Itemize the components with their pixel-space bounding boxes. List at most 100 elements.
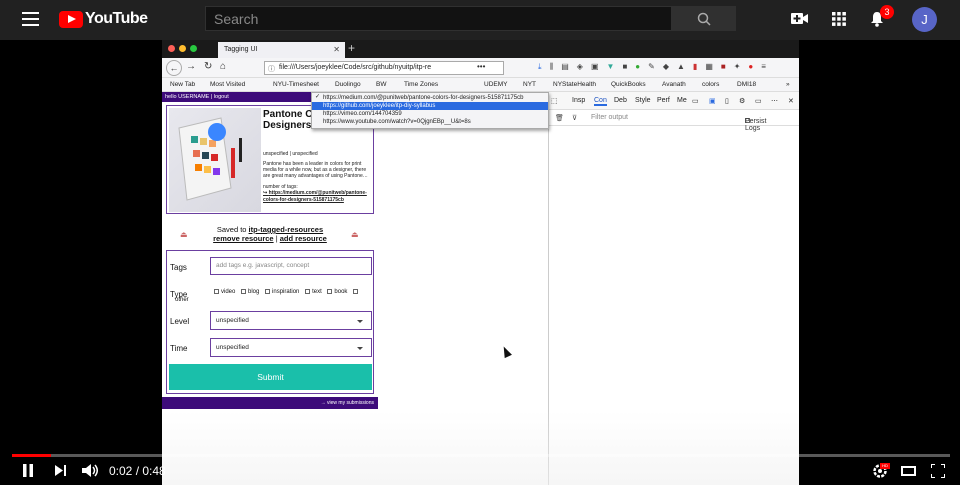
dropdown-item[interactable]: ✓ https://medium.com/@punitweb/pantone-co…	[312, 94, 548, 102]
extension-icon[interactable]: ■	[721, 62, 726, 72]
next-video-icon[interactable]	[55, 465, 67, 476]
checkbox-video[interactable]	[214, 288, 219, 294]
time-value: unspecified	[216, 344, 249, 351]
url-autocomplete-dropdown: ✓ https://medium.com/@punitweb/pantone-co…	[311, 92, 549, 129]
tab-inspector[interactable]: Insp	[572, 97, 585, 104]
vue-devtools-icon[interactable]: ▼	[607, 62, 615, 72]
bookmark-item[interactable]: UDEMY	[484, 81, 507, 88]
resource-meta: unspecified | unspecified	[263, 151, 318, 157]
checkbox-text[interactable]	[305, 288, 311, 294]
shield-icon[interactable]: ◈	[577, 62, 583, 72]
extension-icon[interactable]: ▦	[705, 62, 713, 72]
bookmark-item[interactable]: NYT	[523, 81, 536, 88]
checkbox-book[interactable]	[327, 288, 333, 294]
create-video-icon[interactable]	[791, 12, 808, 25]
pause-icon[interactable]	[22, 464, 34, 477]
view-submissions-link[interactable]: → view my submissions	[162, 397, 378, 409]
layout-dock-icon[interactable]: ▭	[692, 97, 699, 105]
bookmark-item[interactable]: QuickBooks	[611, 81, 646, 88]
colorzilla-icon[interactable]: ●	[635, 62, 640, 72]
bookmark-item[interactable]: NYStateHealth	[553, 81, 596, 88]
tab-performance[interactable]: Perf	[657, 97, 670, 104]
extension-icon[interactable]: ▮	[693, 62, 697, 72]
bookmark-item[interactable]: colors	[702, 81, 719, 88]
dropdown-item[interactable]: https://vimeo.com/144704359	[312, 110, 548, 118]
tags-placeholder: add tags e.g. javascript, concept	[216, 262, 310, 269]
bookmark-item[interactable]: Most Visited	[210, 81, 245, 88]
address-bar[interactable]: ⓘ file:///Users/joeyklee/Code/src/github…	[264, 61, 504, 75]
close-window-icon[interactable]	[168, 45, 175, 52]
dropdown-item[interactable]: https://www.youtube.com/watch?v=0QjgnEBp…	[312, 118, 548, 126]
sidebar-icon[interactable]: ▤	[561, 62, 569, 72]
fullscreen-icon[interactable]	[931, 464, 945, 478]
resource-link-text[interactable]: https://medium.com/@punitweb/pantone-col…	[263, 190, 367, 203]
checkbox-other[interactable]	[353, 288, 359, 294]
menu-icon[interactable]	[22, 12, 39, 26]
console-filter-bar: 🗑 ⊽ Filter output Persist Logs	[549, 110, 799, 132]
dropdown-item-selected[interactable]: https://github.com/joeyklee/itp-diy-syll…	[312, 102, 548, 110]
tags-input[interactable]: add tags e.g. javascript, concept	[210, 257, 372, 275]
filter-icon[interactable]: ⊽	[572, 114, 577, 122]
video-bottom-gradient	[162, 410, 799, 485]
pinterest-icon[interactable]: ●	[748, 62, 753, 72]
reload-icon[interactable]: ↻	[204, 61, 212, 72]
resource-thumbnail	[169, 108, 261, 212]
bookmarks-overflow-icon[interactable]: »	[786, 81, 790, 88]
trash-icon[interactable]: 🗑	[555, 114, 564, 122]
split-console-icon[interactable]: ▣	[709, 97, 716, 105]
extension-icon[interactable]: ✦	[734, 62, 741, 72]
volume-icon[interactable]	[82, 463, 99, 478]
bookmark-item[interactable]: Time Zones	[404, 81, 438, 88]
remove-resource-link[interactable]: remove resource	[213, 234, 273, 243]
tab-memory[interactable]: Me	[677, 97, 687, 104]
close-devtools-icon[interactable]: ✕	[788, 97, 794, 105]
account-avatar[interactable]: J	[912, 7, 937, 32]
bookmark-item[interactable]: BW	[376, 81, 386, 88]
tab-style-editor[interactable]: Style	[635, 97, 651, 104]
close-tab-icon[interactable]: ✕	[333, 45, 340, 54]
extension-icon[interactable]: ▣	[591, 62, 599, 72]
hamburger-menu-icon[interactable]: ≡	[761, 62, 766, 72]
tab-debugger[interactable]: Deb	[614, 97, 627, 104]
bookmark-item[interactable]: NYU-Timesheet	[273, 81, 319, 88]
maximize-window-icon[interactable]	[190, 45, 197, 52]
bookmark-item[interactable]: New Tab	[170, 81, 195, 88]
browser-tab[interactable]: Tagging UI ✕	[218, 42, 345, 58]
collection-link[interactable]: itp-tagged-resources	[249, 225, 324, 234]
tab-console[interactable]: Con	[594, 97, 607, 106]
apps-grid-icon[interactable]	[832, 12, 846, 26]
level-select[interactable]: unspecified	[210, 311, 372, 330]
settings-gear-icon[interactable]: ⚙	[739, 97, 745, 105]
checkbox-inspiration[interactable]	[265, 288, 271, 294]
new-tab-icon[interactable]: +	[348, 41, 355, 55]
back-arrow-icon[interactable]: ←	[166, 60, 182, 76]
time-select[interactable]: unspecified	[210, 338, 372, 357]
bookmark-item[interactable]: DMI18	[737, 81, 756, 88]
resource-link[interactable]: ↪ https://medium.com/@punitweb/pantone-c…	[263, 190, 373, 204]
page-actions-icon[interactable]: •••	[477, 62, 485, 71]
forward-arrow-icon[interactable]: →	[186, 61, 196, 72]
search-input[interactable]: Search	[205, 6, 672, 31]
responsive-mode-icon[interactable]: ▯	[725, 97, 729, 105]
checkbox-blog[interactable]	[241, 288, 247, 294]
home-icon[interactable]: ⌂	[220, 61, 226, 72]
pick-element-icon[interactable]: ⬚	[551, 97, 558, 105]
minimize-window-icon[interactable]	[179, 45, 186, 52]
library-icon[interactable]: ⫼	[550, 62, 554, 72]
theater-mode-icon[interactable]	[901, 466, 916, 476]
extension-icon[interactable]: ▲	[677, 62, 685, 72]
bookmark-item[interactable]: Avanath	[662, 81, 686, 88]
more-options-icon[interactable]: ⋯	[771, 97, 778, 105]
extension-icon[interactable]: ◆	[663, 62, 669, 72]
extension-icon[interactable]: ■	[622, 62, 627, 72]
search-button[interactable]	[672, 6, 736, 31]
dock-icon[interactable]: ▭	[755, 97, 762, 105]
download-icon[interactable]: ⤓	[538, 62, 542, 72]
bookmark-item[interactable]: Duolingo	[335, 81, 361, 88]
add-resource-link[interactable]: add resource	[280, 234, 327, 243]
video-progress-bar[interactable]	[12, 454, 950, 457]
eyedropper-icon[interactable]: ✎	[648, 62, 655, 72]
filter-output-input[interactable]: Filter output	[591, 114, 628, 121]
youtube-logo[interactable]: YouTube	[59, 10, 148, 28]
submit-button[interactable]: Submit	[169, 364, 372, 390]
